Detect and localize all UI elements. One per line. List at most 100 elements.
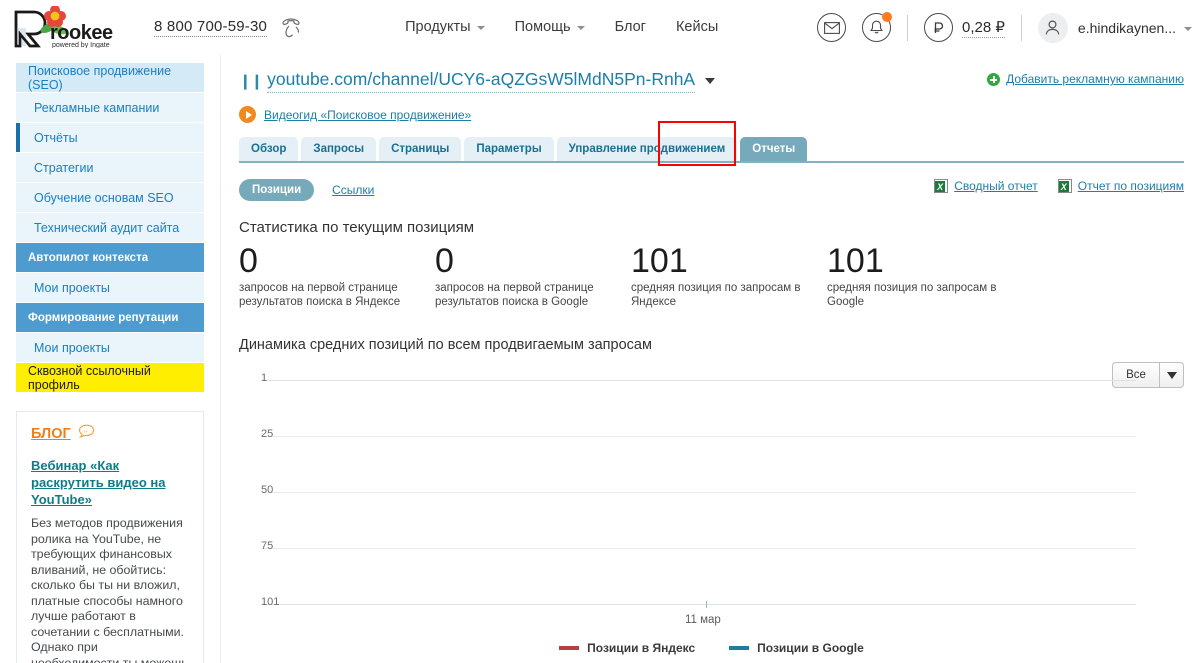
blog-article-excerpt: Без методов продвижения ролика на YouTub… xyxy=(31,516,188,663)
envelope-icon[interactable] xyxy=(817,13,847,42)
legend-item-yandex[interactable]: Позиции в Яндекс xyxy=(559,641,695,655)
page-body: Поисковое продвижение (SEO) Рекламные ка… xyxy=(0,55,1200,663)
stats-row: 0 запросов на первой странице результато… xyxy=(239,242,1184,309)
chart-legend: Позиции в Яндекс Позиции в Google xyxy=(239,641,1184,655)
top-right-controls: 0,28 ₽ e.hindikaynen... xyxy=(817,0,1192,55)
sidebar-item-label: Стратегии xyxy=(34,160,94,175)
stat-value: 101 xyxy=(827,242,884,280)
sidebar-section-context-autopilot[interactable]: Автопилот контекста xyxy=(16,243,204,273)
tab-overview[interactable]: Обзор xyxy=(239,137,299,161)
x-tick-label: 11 мар xyxy=(685,614,721,626)
balance-block[interactable]: 0,28 ₽ xyxy=(924,13,1005,42)
videoguide-link[interactable]: Видеогид «Поисковое продвижение» xyxy=(264,108,471,122)
nav-label: Продукты xyxy=(405,19,471,35)
legend-swatch xyxy=(729,646,750,650)
sidebar-item-label: Автопилот контекста xyxy=(28,251,149,264)
y-tick-label: 101 xyxy=(261,596,280,608)
sidebar-item-label: Поисковое продвижение (SEO) xyxy=(28,63,172,92)
plus-circle-icon xyxy=(987,72,1001,86)
sidebar-item-link-profile[interactable]: Сквозной ссылочный профиль xyxy=(16,363,204,393)
sidebar-item-label: Обучение основам SEO xyxy=(34,190,174,205)
nav-item-blog[interactable]: Блог xyxy=(615,19,646,35)
nav-item-products[interactable]: Продукты xyxy=(405,19,485,35)
chevron-down-icon[interactable] xyxy=(705,78,716,84)
subtab-positions[interactable]: Позиции xyxy=(239,179,315,201)
subtab-links[interactable]: Ссылки xyxy=(332,183,374,197)
tab-label: Обзор xyxy=(251,143,287,155)
sidebar-item-label: Мои проекты xyxy=(34,340,110,355)
project-tabs: Обзор Запросы Страницы Параметры Управле… xyxy=(239,121,1184,166)
sidebar-item-label: Мои проекты xyxy=(34,280,110,295)
tab-promotion-management[interactable]: Управление продвижением xyxy=(556,137,738,161)
chevron-down-icon xyxy=(476,26,485,30)
sidebar: Поисковое продвижение (SEO) Рекламные ка… xyxy=(0,55,221,663)
stat-google-avg-position: 101 средняя позиция по запросам в Google xyxy=(827,242,1023,309)
sidebar-item-seo-training[interactable]: Обучение основам SEO xyxy=(16,183,204,213)
stat-label: средняя позиция по запросам в Яндексе xyxy=(631,282,801,308)
user-menu[interactable]: e.hindikaynen... xyxy=(1037,12,1192,43)
rookee-logo[interactable]: rookee powered by Ingate xyxy=(10,6,140,48)
tab-pages[interactable]: Страницы xyxy=(379,137,462,161)
sidebar-item-label: Рекламные кампании xyxy=(34,100,160,115)
main-navigation: Продукты Помощь Блог Кейсы xyxy=(405,19,718,35)
legend-item-google[interactable]: Позиции в Google xyxy=(729,641,864,655)
sidebar-menu: Поисковое продвижение (SEO) Рекламные ка… xyxy=(16,63,204,393)
tab-label: Страницы xyxy=(391,143,450,155)
add-campaign-link[interactable]: Добавить рекламную кампанию xyxy=(1006,72,1184,86)
blog-heading-link[interactable]: БЛОГ xyxy=(31,426,71,442)
stat-label: запросов на первой странице результатов … xyxy=(435,282,594,308)
phone-number[interactable]: 8 800 700-59-30 xyxy=(154,18,268,37)
summary-report-link[interactable]: Сводный отчет xyxy=(954,179,1038,193)
y-tick-label: 25 xyxy=(261,428,274,440)
blog-heading: БЛОГ ,, xyxy=(31,424,189,444)
gridline xyxy=(263,492,1136,493)
y-tick-label: 50 xyxy=(261,484,274,496)
tab-queries[interactable]: Запросы xyxy=(301,137,377,161)
sidebar-item-strategies[interactable]: Стратегии xyxy=(16,153,204,183)
tab-label: Запросы xyxy=(313,143,365,155)
sidebar-item-label: Технический аудит сайта xyxy=(34,220,180,235)
sidebar-item-reports[interactable]: Отчёты xyxy=(16,123,204,153)
speech-bubble-icon: ,, xyxy=(78,424,95,444)
sidebar-item-ad-campaigns[interactable]: Рекламные кампании xyxy=(16,93,204,123)
summary-report-action[interactable]: Сводный отчет xyxy=(934,179,1038,193)
sidebar-item-label: Формирование репутации xyxy=(28,311,179,324)
sidebar-item-technical-audit[interactable]: Технический аудит сайта xyxy=(16,213,204,243)
add-campaign-action[interactable]: Добавить рекламную кампанию xyxy=(987,72,1184,86)
tab-label: Отчеты xyxy=(752,143,796,155)
blog-widget: БЛОГ ,, Вебинар «Как раскрутить видео на… xyxy=(16,411,204,663)
legend-label: Позиции в Яндекс xyxy=(587,641,696,655)
report-subtabs: Позиции Ссылки Сводный отчет Отчет по по… xyxy=(239,179,1184,201)
sidebar-item-my-projects-context[interactable]: Мои проекты xyxy=(16,273,204,303)
play-circle-icon xyxy=(239,106,256,123)
report-export-links: Сводный отчет Отчет по позициям xyxy=(934,179,1184,193)
nav-item-help[interactable]: Помощь xyxy=(515,19,585,35)
project-url-link[interactable]: youtube.com/channel/UCY6-aQZGsW5lMdN5Pn-… xyxy=(267,69,696,93)
stat-value: 0 xyxy=(239,242,258,280)
positions-report-link[interactable]: Отчет по позициям xyxy=(1078,179,1184,193)
rookee-logo-icon: rookee powered by Ingate xyxy=(14,6,113,48)
blog-article-title[interactable]: Вебинар «Как раскрутить видео на YouTube… xyxy=(31,457,189,508)
phone-callback-icon[interactable] xyxy=(279,15,305,39)
tab-reports[interactable]: Отчеты xyxy=(740,137,808,161)
bell-icon[interactable] xyxy=(862,12,893,42)
positions-report-action[interactable]: Отчет по позициям xyxy=(1057,179,1184,193)
username-label: e.hindikaynen... xyxy=(1077,19,1176,36)
pause-icon[interactable]: ❙❙ xyxy=(239,72,263,90)
tab-label: Управление продвижением xyxy=(568,143,726,155)
tab-parameters[interactable]: Параметры xyxy=(464,137,554,161)
sidebar-section-reputation[interactable]: Формирование репутации xyxy=(16,303,204,333)
sidebar-item-seo[interactable]: Поисковое продвижение (SEO) xyxy=(16,63,204,93)
tab-label: Параметры xyxy=(476,143,542,155)
x-tick xyxy=(706,601,707,608)
balance-amount: 0,28 ₽ xyxy=(962,18,1005,38)
stat-google-first-page: 0 запросов на первой странице результато… xyxy=(435,242,631,309)
chevron-down-icon xyxy=(1184,26,1192,31)
stat-label: запросов на первой странице результатов … xyxy=(239,282,401,308)
videoguide-row[interactable]: Видеогид «Поисковое продвижение» xyxy=(239,106,1184,123)
sidebar-item-my-projects-reputation[interactable]: Мои проекты xyxy=(16,333,204,363)
stat-label: средняя позиция по запросам в Google xyxy=(827,282,997,308)
excel-icon xyxy=(1057,179,1072,193)
legend-swatch xyxy=(559,646,580,650)
nav-item-cases[interactable]: Кейсы xyxy=(676,19,718,35)
